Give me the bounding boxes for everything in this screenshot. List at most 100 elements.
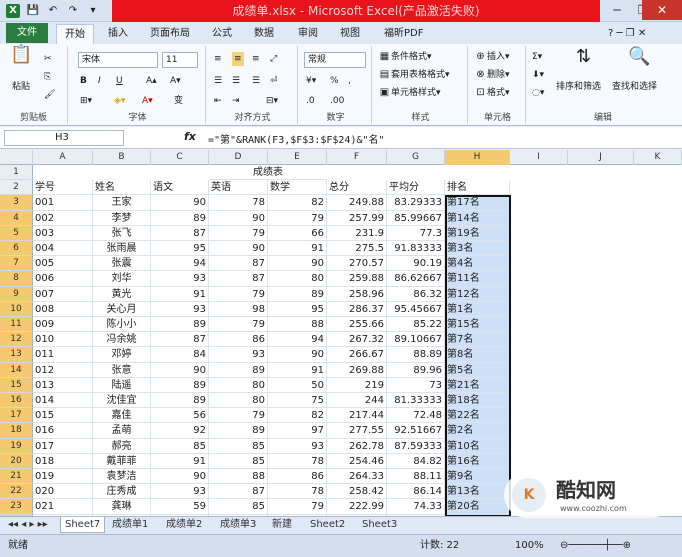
table-cell[interactable]: 89.10667 <box>387 332 445 348</box>
sheet-nav-icon[interactable]: ◂◂ ◂ ▸ ▸▸ <box>4 517 52 533</box>
table-cell[interactable]: 009 <box>33 317 93 333</box>
format-button[interactable]: ⊡ 格式▾ <box>474 86 509 100</box>
table-cell[interactable]: 219 <box>327 377 387 393</box>
table-cell[interactable]: 86.32 <box>387 286 445 302</box>
rank-cell[interactable]: 第7名 <box>445 332 510 348</box>
table-cell[interactable]: 91 <box>268 241 327 257</box>
rank-cell[interactable]: 第17名 <box>445 195 510 211</box>
header-cell[interactable]: 总分 <box>327 180 387 196</box>
table-cell[interactable]: 84.82 <box>387 453 445 469</box>
table-cell[interactable]: 86.14 <box>387 484 445 500</box>
table-cell[interactable]: 98 <box>209 301 268 317</box>
table-cell[interactable]: 86.62667 <box>387 271 445 287</box>
cut-icon[interactable]: ✂ <box>44 52 52 66</box>
table-cell[interactable]: 90 <box>209 210 268 226</box>
rank-cell[interactable]: 第15名 <box>445 317 510 333</box>
table-cell[interactable]: 93 <box>209 347 268 363</box>
column-header-b[interactable]: B <box>93 150 151 165</box>
table-cell[interactable]: 袁梦洁 <box>93 469 151 485</box>
table-cell[interactable]: 011 <box>33 347 93 363</box>
header-cell[interactable]: 平均分 <box>387 180 445 196</box>
table-cell[interactable]: 89 <box>151 210 209 226</box>
table-cell[interactable]: 85.99667 <box>387 210 445 226</box>
sheet-tab[interactable]: Sheet3 <box>358 517 401 533</box>
decrease-decimal-icon[interactable]: .00 <box>330 94 344 108</box>
row-header-16[interactable]: 16 <box>0 393 33 409</box>
copy-icon[interactable]: ⎘ <box>44 70 51 84</box>
align-top-icon[interactable]: ≡ <box>214 52 222 66</box>
table-cell[interactable]: 92 <box>151 423 209 439</box>
table-cell[interactable]: 73 <box>387 377 445 393</box>
table-cell[interactable]: 88 <box>268 317 327 333</box>
rank-cell[interactable]: 第18名 <box>445 393 510 409</box>
header-cell[interactable]: 语文 <box>151 180 209 196</box>
row-header-18[interactable]: 18 <box>0 423 33 439</box>
table-cell[interactable]: 021 <box>33 499 93 515</box>
column-header-c[interactable]: C <box>151 150 209 165</box>
sheet-tab[interactable]: Sheet2 <box>306 517 349 533</box>
rank-cell[interactable]: 第16名 <box>445 453 510 469</box>
table-cell[interactable]: 84 <box>151 347 209 363</box>
comma-button[interactable]: , <box>348 74 351 88</box>
autosum-icon[interactable]: Σ▾ <box>532 50 542 64</box>
wrap-text-icon[interactable]: ⏎ <box>270 74 278 88</box>
table-cell[interactable]: 002 <box>33 210 93 226</box>
table-cell[interactable]: 黄光 <box>93 286 151 302</box>
tab-home[interactable]: 开始 <box>56 24 94 44</box>
orientation-icon[interactable]: ⤢ <box>270 52 277 66</box>
table-cell[interactable]: 87 <box>209 256 268 272</box>
table-cell[interactable]: 79 <box>268 210 327 226</box>
row-header-12[interactable]: 12 <box>0 332 33 348</box>
table-cell[interactable]: 庄秀成 <box>93 484 151 500</box>
table-cell[interactable]: 257.99 <box>327 210 387 226</box>
table-cell[interactable]: 张震 <box>93 256 151 272</box>
tab-insert[interactable]: 插入 <box>100 24 136 44</box>
table-cell[interactable]: 陈小小 <box>93 317 151 333</box>
table-cell[interactable]: 017 <box>33 438 93 454</box>
paste-icon[interactable]: 📋 <box>10 46 32 64</box>
table-cell[interactable]: 286.37 <box>327 301 387 317</box>
number-format-box[interactable]: 常规 <box>304 52 366 68</box>
table-cell[interactable]: 266.67 <box>327 347 387 363</box>
fill-color-icon[interactable]: ◈▾ <box>114 94 125 108</box>
table-cell[interactable]: 56 <box>151 408 209 424</box>
align-middle-icon[interactable]: ≡ <box>232 52 244 66</box>
sort-filter-button[interactable]: 排序和筛选 <box>556 80 601 94</box>
tab-data[interactable]: 数据 <box>246 24 282 44</box>
table-cell[interactable]: 86 <box>209 332 268 348</box>
tab-formulas[interactable]: 公式 <box>204 24 240 44</box>
table-cell[interactable]: 89 <box>268 286 327 302</box>
table-cell[interactable]: 89 <box>151 377 209 393</box>
column-header-d[interactable]: D <box>209 150 268 165</box>
sheet-tab[interactable]: 新建 <box>268 517 296 533</box>
sheet-tab[interactable]: 成绩单2 <box>162 517 206 533</box>
table-cell[interactable]: 88.89 <box>387 347 445 363</box>
table-cell[interactable]: 85 <box>151 438 209 454</box>
table-cell[interactable]: 88 <box>209 469 268 485</box>
table-cell[interactable]: 79 <box>268 499 327 515</box>
table-cell[interactable]: 005 <box>33 256 93 272</box>
select-all-corner[interactable] <box>0 150 33 165</box>
table-cell[interactable]: 66 <box>268 225 327 241</box>
rank-cell[interactable]: 第22名 <box>445 408 510 424</box>
table-cell[interactable]: 刘华 <box>93 271 151 287</box>
table-cell[interactable]: 戴菲菲 <box>93 453 151 469</box>
sheet-title-cell[interactable]: 成绩表 <box>209 165 327 181</box>
header-cell[interactable]: 数学 <box>268 180 327 196</box>
grow-font-icon[interactable]: A▴ <box>146 74 157 88</box>
header-cell[interactable]: 排名 <box>445 180 510 196</box>
table-cell[interactable]: 249.88 <box>327 195 387 211</box>
table-cell[interactable]: 陆遥 <box>93 377 151 393</box>
table-cell[interactable]: 90 <box>209 241 268 257</box>
column-header-g[interactable]: G <box>387 150 445 165</box>
table-cell[interactable]: 邓婷 <box>93 347 151 363</box>
zoom-slider[interactable]: ⊖──────┼──⊕ <box>560 539 631 553</box>
table-cell[interactable]: 95 <box>151 241 209 257</box>
format-as-table-button[interactable]: ▤ 套用表格格式▾ <box>378 68 450 82</box>
table-cell[interactable]: 郝亮 <box>93 438 151 454</box>
column-header-i[interactable]: I <box>510 150 568 165</box>
table-cell[interactable]: 85 <box>209 438 268 454</box>
insert-button[interactable]: ⊕ 插入▾ <box>474 50 509 64</box>
table-cell[interactable]: 王家 <box>93 195 151 211</box>
font-color-icon[interactable]: A▾ <box>142 94 153 108</box>
